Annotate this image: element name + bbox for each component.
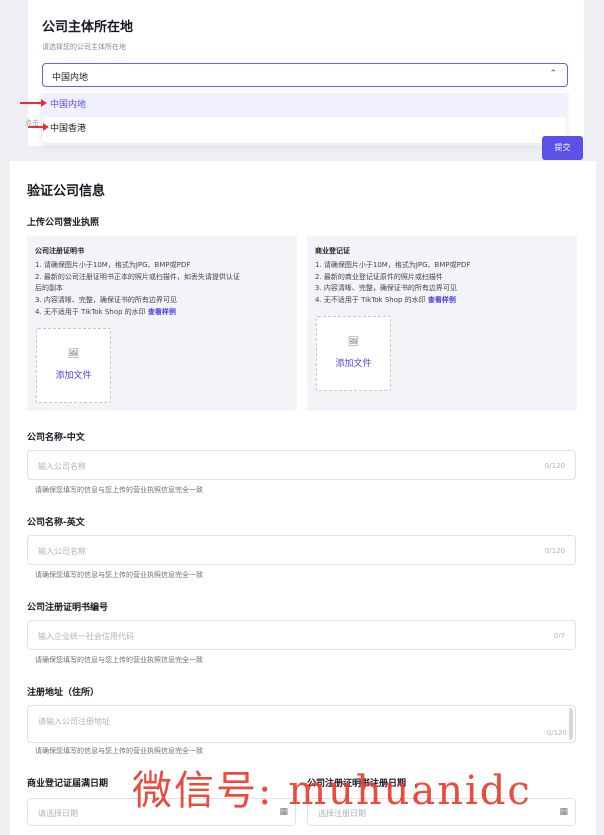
chevron-up-icon: ⌃	[549, 69, 557, 79]
scrollbar[interactable]	[569, 708, 573, 740]
verify-section-title: 验证公司信息	[27, 184, 106, 199]
panel-requirement: 2. 最新的公司注册证明书正本的照片或扫描件，如丢失请提供认证	[35, 273, 240, 281]
input-placeholder: 输入公司名称	[38, 547, 86, 556]
company-name-cn-input[interactable]: 输入公司名称 0/120	[27, 450, 576, 480]
upload-panel-incorporation: 公司注册证明书 1. 请确保图片小于10M，格式为JPG、BMP或PDF 2. …	[27, 236, 297, 411]
entity-location-subtitle: 请选择您的公司主体所在地	[42, 43, 126, 51]
br-expiry-label: 商业登记证届满日期	[27, 779, 109, 789]
panel-requirement: 4. 无不适用于 TikTok Shop 的水印 查看样例	[35, 308, 176, 316]
char-counter: 0/7	[553, 632, 565, 640]
upload-panel-business-registration: 商业登记证 1. 请确保图片小于10M，格式为JPG、BMP或PDF 2. 最新…	[307, 236, 577, 411]
company-name-en-input[interactable]: 输入公司名称 0/120	[27, 535, 576, 565]
input-placeholder: 输入公司名称	[38, 462, 86, 471]
registered-address-textarea[interactable]: 请输入公司注册地址 0/120	[27, 705, 576, 743]
panel-requirement: 2. 最新的商业登记证原件的照片或扫描件	[315, 273, 443, 281]
registered-address-label: 注册地址（住所）	[27, 688, 100, 698]
select-value: 中国内地	[52, 73, 89, 83]
view-sample-link[interactable]: 查看样例	[428, 296, 456, 304]
calendar-icon: ▦	[559, 807, 568, 817]
registration-number-input[interactable]: 输入企业统一社会信用代码 0/7	[27, 620, 576, 650]
entity-location-title: 公司主体所在地	[42, 20, 134, 35]
entity-location-select[interactable]: 中国内地 ⌃	[42, 63, 568, 87]
panel-requirement: 后的副本	[35, 284, 63, 292]
upload-file-label: 添加文件	[55, 371, 92, 381]
upload-license-title: 上传公司营业执照	[27, 218, 100, 228]
panel-requirement: 3. 内容清晰、完整，确保证书的所有边界可见	[315, 284, 457, 292]
location-dropdown: 中国内地 中国香港	[42, 91, 566, 143]
dropdown-option-mainland[interactable]: 中国内地	[42, 93, 566, 117]
company-name-en-label: 公司名称-英文	[27, 518, 85, 528]
field-hint: 请确保您填写的信息与您上传的营业执照信息完全一致	[35, 571, 203, 579]
image-icon: 🖼	[347, 337, 360, 347]
submit-button[interactable]: 提交	[542, 136, 583, 160]
panel-requirement: 4. 无不适用于 TikTok Shop 的水印 查看样例	[315, 296, 456, 304]
field-hint: 请确保您填写的信息与您上传的营业执照信息完全一致	[35, 656, 203, 664]
upload-file-button[interactable]: 🖼 添加文件	[36, 328, 111, 403]
panel-title: 商业登记证	[315, 247, 350, 255]
char-counter: 0/120	[544, 462, 565, 470]
input-placeholder: 输入企业统一社会信用代码	[38, 632, 134, 641]
char-counter: 0/120	[546, 729, 567, 737]
field-hint: 请确保您填写的信息与您上传的营业执照信息完全一致	[35, 747, 203, 755]
panel-requirement: 3. 内容清晰、完整，确保证书的所有边界可见	[35, 296, 177, 304]
registration-number-label: 公司注册证明书编号	[27, 603, 109, 613]
panel-title: 公司注册证明书	[35, 247, 84, 255]
watermark-text: 微信号: muhuanidc	[132, 768, 532, 814]
upload-file-label: 添加文件	[335, 359, 372, 369]
panel-requirement: 1. 请确保图片小于10M，格式为JPG、BMP或PDF	[315, 261, 471, 269]
red-arrow-annotation	[20, 99, 47, 107]
company-name-cn-label: 公司名称-中文	[27, 433, 85, 443]
red-arrow-annotation	[28, 123, 49, 131]
upload-file-button[interactable]: 🖼 添加文件	[316, 316, 391, 391]
image-icon: 🖼	[67, 349, 80, 359]
date-placeholder: 请选择日期	[38, 809, 78, 818]
panel-requirement: 1. 请确保图片小于10M，格式为JPG、BMP或PDF	[35, 261, 191, 269]
view-sample-link[interactable]: 查看样例	[148, 308, 176, 316]
field-hint: 请确保您填写的信息与您上传的营业执照信息完全一致	[35, 486, 203, 494]
char-counter: 0/120	[544, 547, 565, 555]
input-placeholder: 请输入公司注册地址	[38, 717, 110, 726]
dropdown-option-hongkong[interactable]: 中国香港	[42, 117, 566, 141]
